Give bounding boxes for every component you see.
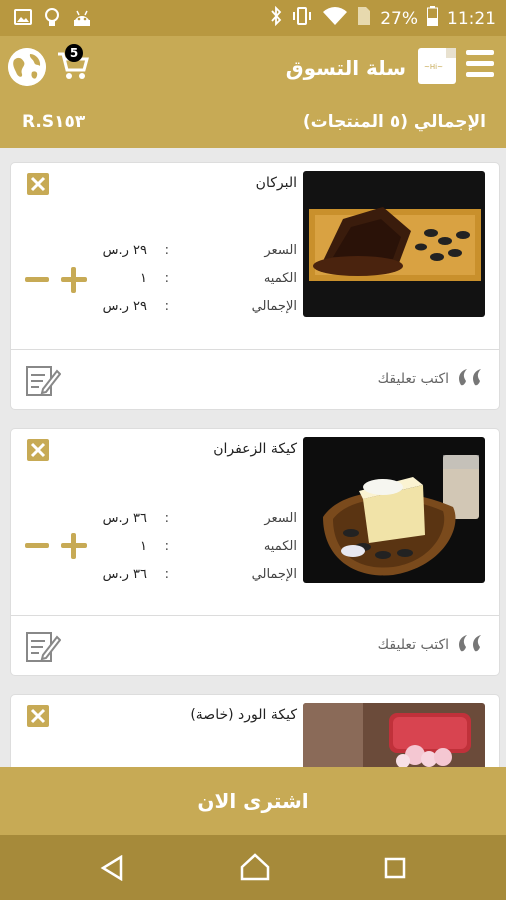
globe-icon[interactable] bbox=[8, 48, 46, 86]
menu-icon[interactable] bbox=[466, 50, 494, 80]
quote-icon bbox=[457, 367, 487, 391]
app-header: ~Hi~ سلة التسوق 5 bbox=[0, 36, 506, 100]
page-title: سلة التسوق bbox=[285, 56, 406, 80]
quote-icon bbox=[457, 633, 487, 657]
colon: : bbox=[164, 243, 169, 258]
vibrate-icon bbox=[291, 6, 313, 31]
price-value: ٣٦ ر.س bbox=[102, 511, 147, 526]
cart-item: كيكة الزعفران السعر : ٣٦ ر.س الكميه : ١ … bbox=[10, 428, 500, 676]
quantity-stepper bbox=[25, 267, 89, 293]
quantity-value: ١ bbox=[140, 539, 147, 554]
comment-button[interactable]: اكتب تعليقك bbox=[378, 367, 487, 391]
clock: 11:21 bbox=[447, 8, 496, 29]
colon: : bbox=[164, 539, 169, 554]
minus-icon[interactable] bbox=[25, 277, 49, 282]
colon: : bbox=[164, 299, 169, 314]
price-row: السعر : ٣٦ ر.س bbox=[17, 511, 297, 529]
battery-icon bbox=[427, 6, 438, 31]
summary-total: R.S١٥٣ bbox=[22, 112, 86, 132]
total-value: ٣٦ ر.س bbox=[102, 567, 147, 582]
price-label: السعر bbox=[264, 243, 297, 258]
comment-button[interactable]: اكتب تعليقك bbox=[378, 633, 487, 657]
colon: : bbox=[164, 271, 169, 286]
summary-row: الإجمالي (٥ المنتجات) R.S١٥٣ bbox=[0, 100, 506, 148]
system-nav-bar bbox=[0, 835, 506, 900]
quantity-stepper bbox=[25, 533, 89, 559]
plus-icon[interactable] bbox=[61, 533, 87, 559]
total-row: الإجمالي : ٢٩ ر.س bbox=[17, 299, 297, 317]
summary-label: الإجمالي (٥ المنتجات) bbox=[302, 112, 486, 132]
minus-icon[interactable] bbox=[25, 543, 49, 548]
total-value: ٢٩ ر.س bbox=[102, 299, 147, 314]
comment-label: اكتب تعليقك bbox=[377, 637, 449, 653]
close-icon bbox=[30, 708, 46, 724]
edit-icon[interactable] bbox=[25, 629, 62, 663]
divider bbox=[11, 349, 499, 350]
back-icon[interactable] bbox=[100, 854, 124, 885]
wifi-icon bbox=[322, 6, 348, 31]
close-icon bbox=[30, 442, 46, 458]
price-row: السعر : ٢٩ ر.س bbox=[17, 243, 297, 261]
app-logo: ~Hi~ bbox=[418, 48, 456, 84]
price-value: ٢٩ ر.س bbox=[102, 243, 147, 258]
home-icon[interactable] bbox=[240, 853, 270, 885]
status-bar: 27% 11:21 bbox=[0, 0, 506, 36]
android-icon bbox=[72, 8, 92, 32]
product-image bbox=[303, 171, 485, 317]
sim-icon bbox=[357, 6, 371, 31]
plus-icon[interactable] bbox=[61, 267, 87, 293]
colon: : bbox=[164, 511, 169, 526]
product-image bbox=[303, 437, 485, 583]
quantity-value: ١ bbox=[140, 271, 147, 286]
remove-item-button[interactable] bbox=[27, 439, 49, 461]
cart-item: البركان السعر : ٢٩ ر.س الكميه : ١ الإجما… bbox=[10, 162, 500, 410]
price-label: السعر bbox=[264, 511, 297, 526]
edit-icon[interactable] bbox=[25, 363, 62, 397]
bulb-icon bbox=[44, 8, 60, 32]
total-row: الإجمالي : ٣٦ ر.س bbox=[17, 567, 297, 585]
total-label: الإجمالي bbox=[251, 567, 297, 582]
quantity-label: الكميه bbox=[263, 271, 297, 286]
comment-label: اكتب تعليقك bbox=[377, 371, 449, 387]
remove-item-button[interactable] bbox=[27, 173, 49, 195]
buy-now-button[interactable]: اشترى الان bbox=[0, 767, 506, 835]
cart-count-badge: 5 bbox=[65, 44, 83, 62]
close-icon bbox=[30, 176, 46, 192]
battery-percent: 27% bbox=[380, 8, 418, 29]
total-label: الإجمالي bbox=[251, 299, 297, 314]
product-name: كيكة الورد (خاصة) bbox=[190, 707, 297, 723]
product-name: البركان bbox=[255, 175, 297, 191]
divider bbox=[11, 615, 499, 616]
recent-apps-icon[interactable] bbox=[384, 857, 406, 883]
product-name: كيكة الزعفران bbox=[213, 441, 297, 457]
remove-item-button[interactable] bbox=[27, 705, 49, 727]
gallery-icon bbox=[14, 8, 32, 32]
colon: : bbox=[164, 567, 169, 582]
quantity-label: الكميه bbox=[263, 539, 297, 554]
bluetooth-icon bbox=[270, 5, 282, 31]
